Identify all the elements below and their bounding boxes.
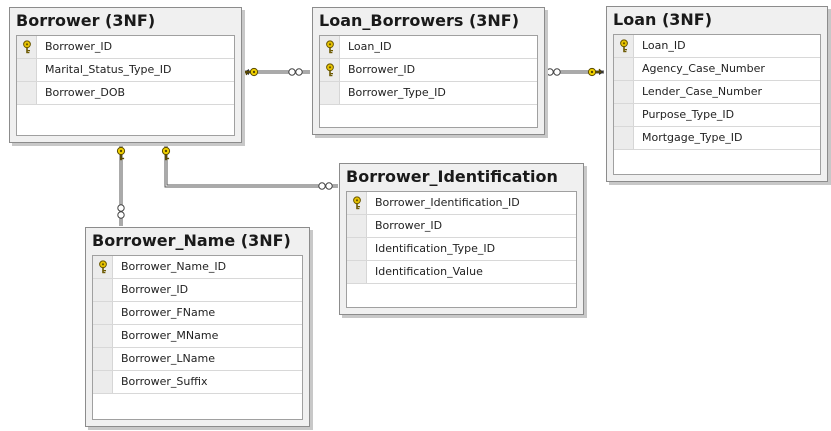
column-row[interactable]: Borrower_FName: [93, 302, 302, 325]
row-selector[interactable]: [614, 104, 634, 126]
relationship-borrower-loan-borrowers[interactable]: [244, 67, 310, 77]
primary-key-icon: [326, 63, 334, 77]
column-row[interactable]: Borrower_Suffix: [93, 371, 302, 394]
relationship-borrower-borrower-identification[interactable]: [161, 144, 338, 190]
column-name: Borrower_Type_ID: [348, 86, 446, 99]
table-borrower-name[interactable]: Borrower_Name (3NF) Borrower_Name_ID Borro…: [85, 227, 310, 427]
column-row[interactable]: Borrower_Identification_ID: [347, 192, 576, 215]
primary-key-icon: [620, 39, 628, 53]
column-name: Borrower_DOB: [45, 86, 126, 99]
column-row[interactable]: Marital_Status_Type_ID: [17, 59, 234, 82]
column-name: Borrower_ID: [348, 63, 416, 76]
table-title: Borrower_Identification: [346, 167, 558, 186]
primary-key-icon: [99, 260, 107, 274]
table-loan-borrowers[interactable]: Loan_Borrowers (3NF) Loan_ID Borrower_ID Bo…: [312, 7, 545, 135]
row-selector[interactable]: [320, 82, 340, 104]
column-name: Loan_ID: [348, 40, 392, 53]
column-name: Borrower_Identification_ID: [375, 196, 520, 209]
row-selector[interactable]: [93, 279, 113, 301]
row-selector[interactable]: [320, 59, 340, 81]
row-selector[interactable]: [93, 371, 113, 393]
column-name: Purpose_Type_ID: [642, 108, 735, 121]
column-row[interactable]: Borrower_ID: [17, 36, 234, 59]
relationship-loan-loan-borrowers[interactable]: [546, 67, 604, 77]
row-selector[interactable]: [347, 238, 367, 260]
column-grid: Borrower_Name_ID Borrower_ID Borrower_FNam…: [92, 255, 303, 420]
column-name: Borrower_FName: [121, 306, 216, 319]
row-selector[interactable]: [614, 35, 634, 57]
column-row[interactable]: Loan_ID: [614, 35, 820, 58]
table-borrower[interactable]: Borrower (3NF) Borrower_ID Marital_Status_…: [9, 7, 242, 143]
row-selector[interactable]: [93, 302, 113, 324]
row-selector[interactable]: [93, 256, 113, 278]
column-row[interactable]: Borrower_Name_ID: [93, 256, 302, 279]
table-title: Loan_Borrowers (3NF): [319, 11, 520, 30]
column-row[interactable]: Loan_ID: [320, 36, 537, 59]
column-row[interactable]: Purpose_Type_ID: [614, 104, 820, 127]
column-name: Borrower_LName: [121, 352, 215, 365]
row-selector[interactable]: [614, 81, 634, 103]
column-name: Borrower_ID: [45, 40, 113, 53]
column-name: Agency_Case_Number: [642, 62, 765, 75]
column-grid: Loan_ID Borrower_ID Borrower_Type_ID: [319, 35, 538, 128]
column-row[interactable]: Borrower_MName: [93, 325, 302, 348]
column-row[interactable]: Agency_Case_Number: [614, 58, 820, 81]
column-name: Identification_Value: [375, 265, 483, 278]
primary-key-icon: [23, 40, 31, 54]
column-grid: Borrower_Identification_ID Borrower_ID Ide…: [346, 191, 577, 308]
column-row[interactable]: Borrower_DOB: [17, 82, 234, 105]
column-name: Borrower_MName: [121, 329, 219, 342]
column-name: Mortgage_Type_ID: [642, 131, 743, 144]
row-selector[interactable]: [93, 348, 113, 370]
column-row[interactable]: Borrower_ID: [347, 215, 576, 238]
primary-key-icon: [353, 196, 361, 210]
row-selector[interactable]: [347, 215, 367, 237]
column-grid: Borrower_ID Marital_Status_Type_ID Borrowe…: [16, 35, 235, 136]
table-title: Borrower_Name (3NF): [92, 231, 291, 250]
row-selector[interactable]: [93, 325, 113, 347]
table-title: Loan (3NF): [613, 10, 713, 29]
row-selector[interactable]: [17, 59, 37, 81]
column-name: Marital_Status_Type_ID: [45, 63, 172, 76]
column-name: Identification_Type_ID: [375, 242, 496, 255]
column-grid: Loan_ID Agency_Case_Number Lender_Case_Num…: [613, 34, 821, 175]
column-name: Borrower_ID: [121, 283, 189, 296]
column-row[interactable]: Identification_Type_ID: [347, 238, 576, 261]
column-name: Borrower_ID: [375, 219, 443, 232]
column-row[interactable]: Lender_Case_Number: [614, 81, 820, 104]
column-name: Borrower_Suffix: [121, 375, 208, 388]
column-name: Loan_ID: [642, 39, 686, 52]
table-loan[interactable]: Loan (3NF) Loan_ID Agency_Case_Number Lende…: [606, 6, 828, 182]
row-selector[interactable]: [17, 36, 37, 58]
row-selector[interactable]: [614, 127, 634, 149]
row-selector[interactable]: [17, 82, 37, 104]
row-selector[interactable]: [614, 58, 634, 80]
column-row[interactable]: Borrower_ID: [320, 59, 537, 82]
relationship-borrower-borrower-name[interactable]: [116, 144, 126, 226]
primary-key-icon: [326, 40, 334, 54]
table-borrower-identification[interactable]: Borrower_Identification Borrower_Identifi…: [339, 163, 584, 315]
column-name: Lender_Case_Number: [642, 85, 763, 98]
column-row[interactable]: Borrower_Type_ID: [320, 82, 537, 105]
column-name: Borrower_Name_ID: [121, 260, 227, 273]
table-title: Borrower (3NF): [16, 11, 156, 30]
column-row[interactable]: Identification_Value: [347, 261, 576, 284]
column-row[interactable]: Borrower_LName: [93, 348, 302, 371]
column-row[interactable]: Mortgage_Type_ID: [614, 127, 820, 150]
row-selector[interactable]: [347, 192, 367, 214]
column-row[interactable]: Borrower_ID: [93, 279, 302, 302]
row-selector[interactable]: [320, 36, 340, 58]
row-selector[interactable]: [347, 261, 367, 283]
